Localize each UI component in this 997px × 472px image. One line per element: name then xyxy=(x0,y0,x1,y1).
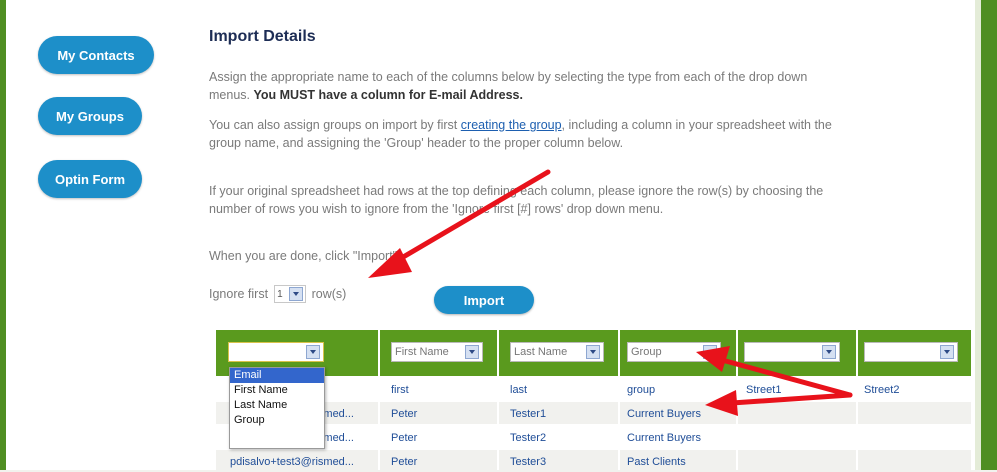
annotation-arrow-line xyxy=(719,357,853,398)
annotation-arrowhead xyxy=(705,390,738,416)
annotation-arrows xyxy=(368,169,853,416)
annotation-arrowhead xyxy=(696,346,730,372)
annotation-arrow-line xyxy=(390,169,551,266)
annotation-arrow-line xyxy=(729,392,853,406)
annotation-arrowhead xyxy=(368,248,412,278)
